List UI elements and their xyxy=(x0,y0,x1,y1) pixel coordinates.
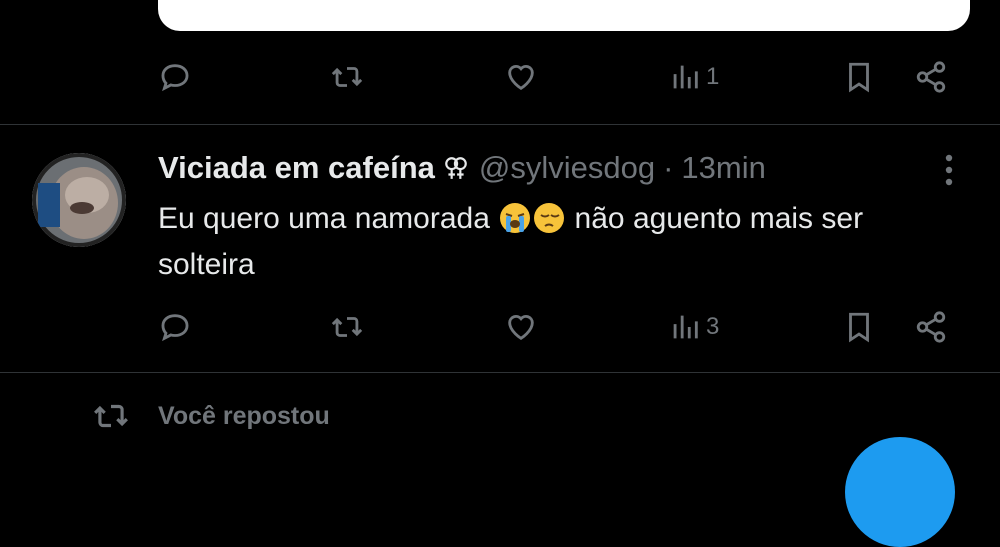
media-card[interactable] xyxy=(158,0,970,31)
share-icon xyxy=(916,311,946,343)
divider xyxy=(0,372,1000,373)
like-button[interactable] xyxy=(504,307,538,347)
user-handle[interactable]: @sylviesdog xyxy=(479,150,655,186)
bookmark-button[interactable] xyxy=(842,307,876,347)
reposted-label[interactable]: Você repostou xyxy=(158,402,330,431)
repost-icon xyxy=(331,317,363,337)
repost-icon xyxy=(94,404,128,428)
display-name[interactable]: Viciada em cafeína xyxy=(158,150,435,186)
heart-icon xyxy=(508,65,534,91)
more-vertical-icon xyxy=(945,154,953,186)
repost-button[interactable] xyxy=(330,307,364,347)
share-button[interactable] xyxy=(914,307,948,347)
views-count: 1 xyxy=(706,63,720,90)
sapphic-symbol-icon xyxy=(445,157,467,179)
reply-icon xyxy=(161,64,189,92)
views-icon xyxy=(673,65,698,89)
divider xyxy=(0,124,1000,125)
reply-icon xyxy=(161,314,189,342)
post-text-part1: Eu quero uma namorada xyxy=(158,202,499,235)
views-icon xyxy=(673,315,698,339)
more-options-button[interactable] xyxy=(934,152,964,188)
reply-button[interactable] xyxy=(158,307,192,347)
pensive-face-icon xyxy=(534,203,565,233)
post-text: Eu quero uma namorada não aguento mais s… xyxy=(158,196,958,288)
like-button[interactable] xyxy=(504,57,538,97)
views-button[interactable]: 1 xyxy=(668,57,719,97)
separator-dot: · xyxy=(663,150,674,185)
views-count: 3 xyxy=(706,313,720,340)
views-button[interactable]: 3 xyxy=(668,307,719,347)
loudly-crying-face-icon xyxy=(500,203,531,233)
post-action-bar: 3 xyxy=(158,307,948,347)
post-header: Viciada em cafeína @sylviesdog · 13min xyxy=(158,148,766,188)
bookmark-button[interactable] xyxy=(842,57,876,97)
reply-button[interactable] xyxy=(158,57,192,97)
post-time[interactable]: 13min xyxy=(681,150,765,186)
reposted-banner: Você repostou xyxy=(92,396,330,436)
share-icon xyxy=(916,61,946,93)
repost-icon xyxy=(331,67,363,87)
avatar-photo xyxy=(32,153,126,247)
heart-icon xyxy=(508,315,534,341)
repost-button[interactable] xyxy=(330,57,364,97)
avatar[interactable] xyxy=(32,153,126,247)
share-button[interactable] xyxy=(914,57,948,97)
bookmark-icon xyxy=(849,312,869,343)
previous-post-action-bar: 1 xyxy=(158,57,948,97)
compose-fab[interactable] xyxy=(845,437,955,547)
bookmark-icon xyxy=(849,62,869,93)
